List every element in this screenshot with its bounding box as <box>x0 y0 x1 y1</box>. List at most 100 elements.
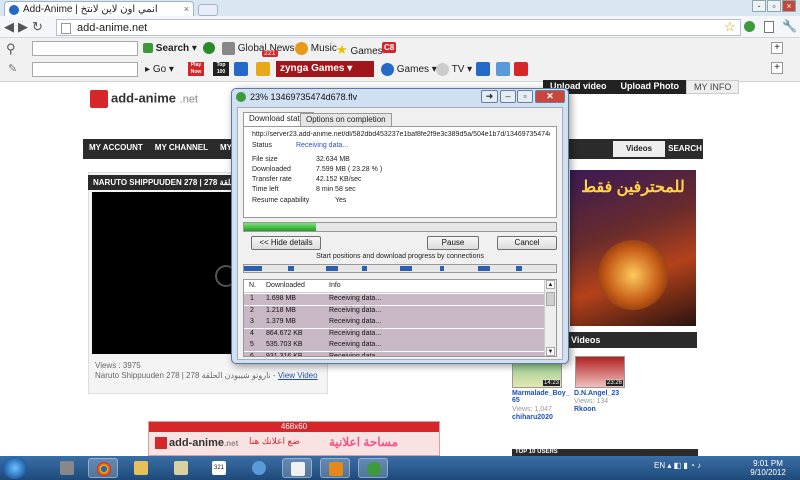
videos-search-scope[interactable]: Videos <box>613 141 665 157</box>
connection-row[interactable]: 1 1.698 MB Receiving data... <box>244 294 544 305</box>
toolbar-app-icon-1[interactable] <box>476 62 490 76</box>
tab-close-icon[interactable]: × <box>184 4 189 14</box>
connection-n: 6 <box>250 352 254 357</box>
tv-menu-button[interactable]: TV ▾ <box>436 63 472 76</box>
back-icon[interactable]: ◀ <box>4 19 18 34</box>
top-100-button[interactable]: Top 100 <box>213 62 229 76</box>
tab-add-anime[interactable]: Add-Anime | انمي اون لاين لانتخ × <box>4 1 194 17</box>
related-header-label: Videos <box>571 335 601 345</box>
calendar-icon: 321 <box>212 461 226 475</box>
connection-n: 3 <box>250 318 254 325</box>
info-icon[interactable] <box>234 62 248 76</box>
download-manager-icon <box>236 92 246 102</box>
related-thumb-2[interactable]: 23:26 <box>575 356 625 388</box>
reload-icon[interactable]: ↻ <box>32 19 47 34</box>
taskbar-ie[interactable] <box>244 458 274 478</box>
related-user-2[interactable]: Rkoon <box>574 406 596 413</box>
games-button[interactable]: ★ Games <box>336 42 383 58</box>
global-news-button[interactable]: Global News <box>222 42 294 55</box>
related-user-1[interactable]: chiharu2020 <box>512 414 553 421</box>
bookmark-star-icon[interactable]: ☆ <box>724 19 736 35</box>
taskbar-download-manager[interactable] <box>358 458 388 478</box>
dialog-maximize-button[interactable]: ▫ <box>517 90 533 103</box>
forward-icon[interactable]: ▶ <box>18 19 32 34</box>
table-scrollbar[interactable]: ▲ ▼ <box>544 280 556 356</box>
connection-downloaded: 864.672 KB <box>266 329 303 337</box>
hide-details-button[interactable]: << Hide details <box>251 236 321 250</box>
related-views-2: Views: 134 <box>574 398 609 405</box>
view-video-link[interactable]: View Video <box>278 371 318 380</box>
start-button[interactable] <box>3 457 27 479</box>
extension-icon[interactable] <box>744 21 755 32</box>
close-window-button[interactable]: × <box>782 0 796 12</box>
games-menu-button[interactable]: Games ▾ <box>381 63 437 76</box>
url-field[interactable]: add-anime.net <box>56 19 741 36</box>
news-badge: 221 <box>262 50 278 57</box>
new-tab-button[interactable] <box>198 4 218 16</box>
tab-options-on-completion[interactable]: Options on completion <box>300 113 392 126</box>
maximize-button[interactable]: ▫ <box>767 0 781 12</box>
downloaded-label: Downloaded <box>252 166 291 173</box>
dialog-arrow-button[interactable]: ➜ <box>481 90 498 103</box>
taskbar-network-app[interactable] <box>52 458 82 478</box>
taskbar-app-4[interactable] <box>166 458 196 478</box>
scroll-thumb[interactable] <box>546 292 555 306</box>
search-icon[interactable]: ⚲ <box>6 41 16 57</box>
go-button[interactable]: ▸ Go ▾ <box>145 64 174 75</box>
tools-icon[interactable]: ✎ <box>8 62 17 75</box>
music-button[interactable]: Music <box>295 42 337 55</box>
promo-poster[interactable]: للمحترفين فقط <box>570 170 696 326</box>
taskbar-paint[interactable] <box>282 458 312 478</box>
clock-date: 9/10/2012 <box>750 468 786 477</box>
header-downloaded[interactable]: Downloaded <box>266 282 305 289</box>
connection-row[interactable]: 3 1.379 MB Receiving data... <box>244 317 544 328</box>
tray-icons[interactable]: ▴ ◧ ▮ ◔ ♪ <box>667 461 701 470</box>
nav-my-channel[interactable]: MY CHANNEL <box>149 139 214 156</box>
toolbar-logo-icon[interactable] <box>203 42 215 54</box>
header-info[interactable]: Info <box>329 282 341 289</box>
toolbar-add-icon-2[interactable]: + <box>771 62 783 74</box>
c8-button[interactable]: C8 <box>382 42 397 53</box>
toolbar-go-input[interactable] <box>32 62 138 77</box>
ad-banner[interactable]: 468x60 add-anime.net ضع اعلانك هنا مساحة… <box>148 421 440 456</box>
site-logo[interactable]: add-anime .net <box>90 90 198 108</box>
language-indicator[interactable]: EN <box>654 461 665 470</box>
page-menu-icon[interactable] <box>764 21 774 33</box>
dialog-close-button[interactable]: ✕ <box>535 90 565 103</box>
related-title-1[interactable]: Marmalade_Boy_ 65 <box>512 390 570 404</box>
cancel-button[interactable]: Cancel <box>497 236 557 250</box>
zynga-games-button[interactable]: zynga Games ▾ <box>276 61 374 77</box>
minimize-button[interactable]: - <box>752 0 766 12</box>
taskbar-chrome[interactable] <box>88 458 118 478</box>
connection-row[interactable]: 5 535.703 KB Receiving data... <box>244 340 544 351</box>
my-info-button[interactable]: MY INFO <box>686 80 740 94</box>
scroll-up-icon[interactable]: ▲ <box>546 280 555 289</box>
related-title-2[interactable]: D.N.Angel_23 <box>574 390 619 397</box>
pause-button[interactable]: Pause <box>427 236 479 250</box>
upload-photo-button[interactable]: Upload Photo <box>613 80 687 94</box>
mail-icon[interactable] <box>256 62 270 76</box>
site-search-button[interactable]: SEARCH <box>666 141 704 157</box>
nav-my-account[interactable]: MY ACCOUNT <box>83 139 149 156</box>
play-now-button[interactable]: Play Now <box>188 62 204 76</box>
connections-table-header: N. Downloaded Info <box>244 280 544 293</box>
poster-emblem <box>598 240 668 310</box>
wrench-icon[interactable]: 🔧 <box>782 19 797 33</box>
toolbar-app-icon-2[interactable] <box>496 62 510 76</box>
connection-row[interactable]: 4 864.672 KB Receiving data... <box>244 328 544 340</box>
search-button[interactable]: Search ▾ <box>143 43 197 54</box>
connection-row[interactable]: 6 931.316 KB Receiving data... <box>244 351 544 357</box>
toolbar-search-input[interactable] <box>32 41 138 56</box>
connection-row[interactable]: 2 1.218 MB Receiving data... <box>244 305 544 317</box>
toolbar-app-icon-3[interactable] <box>514 62 528 76</box>
logo-icon <box>90 90 108 108</box>
scroll-down-icon[interactable]: ▼ <box>546 347 555 356</box>
connection-n: 4 <box>250 329 254 337</box>
header-n[interactable]: N. <box>249 282 256 289</box>
clock[interactable]: 9:01 PM 9/10/2012 <box>744 459 792 477</box>
taskbar-media[interactable] <box>320 458 350 478</box>
taskbar-explorer[interactable] <box>126 458 156 478</box>
dialog-minimize-button[interactable]: – <box>500 90 516 103</box>
taskbar-calendar[interactable]: 321 <box>204 458 234 478</box>
toolbar-add-icon[interactable]: + <box>771 42 783 54</box>
